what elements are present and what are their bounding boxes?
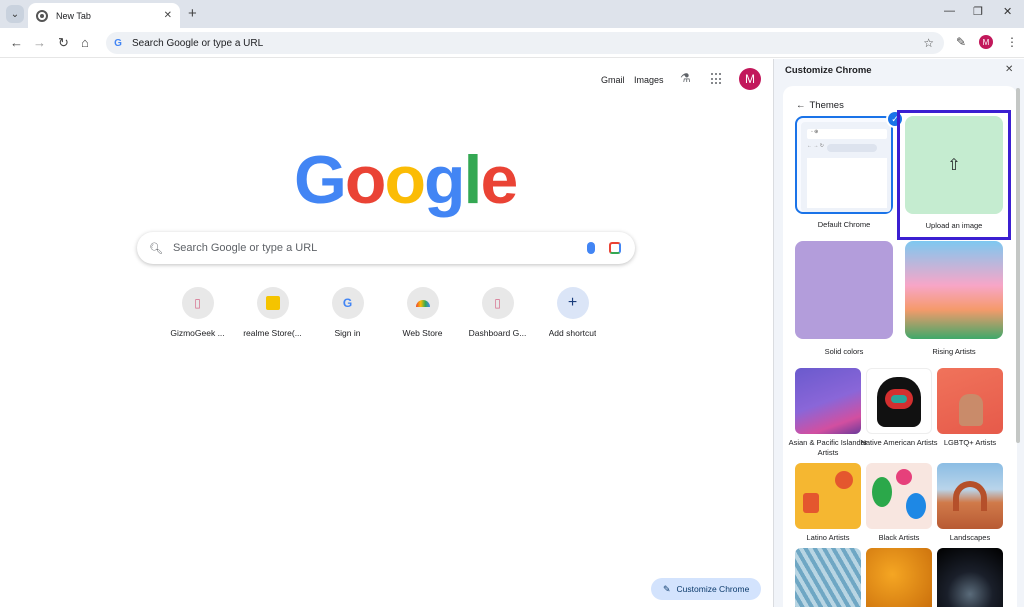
- google-icon: G: [331, 287, 364, 319]
- customize-chrome-button[interactable]: ✎ Customize Chrome: [651, 578, 761, 600]
- themes-back-button[interactable]: ← Themes: [796, 100, 844, 111]
- tab-new-tab[interactable]: New Tab ✕: [28, 3, 180, 28]
- theme-label: Native American Artists: [860, 438, 938, 447]
- theme-tile-space[interactable]: [937, 548, 1003, 607]
- shortcut-tile[interactable]: Web Store: [385, 287, 460, 338]
- search-icon: 🔍︎: [149, 242, 163, 255]
- ntp-search-box[interactable]: 🔍︎ Search Google or type a URL: [137, 232, 635, 264]
- theme-label: Solid colors: [824, 347, 864, 356]
- panel-title: Customize Chrome: [785, 65, 872, 76]
- account-avatar[interactable]: M: [739, 68, 761, 90]
- doc-icon: ▯: [481, 287, 514, 319]
- theme-black-artists[interactable]: [866, 463, 932, 529]
- upload-image-highlight-box: [897, 110, 1011, 240]
- shortcut-label: Add shortcut: [548, 328, 597, 338]
- theme-latino[interactable]: [795, 463, 861, 529]
- shortcut-label: realme Store(...: [243, 328, 302, 338]
- menu-dots-icon[interactable]: ⋮: [1006, 35, 1018, 49]
- forward-icon[interactable]: →: [33, 35, 46, 50]
- restore-icon[interactable]: ❐: [973, 5, 983, 18]
- toolbar: ← → ↻ ⌂ G Search Google or type a URL ☆ …: [0, 28, 1024, 58]
- search-placeholder: Search Google or type a URL: [172, 242, 318, 254]
- theme-rising-artists[interactable]: [905, 241, 1003, 339]
- theme-landscapes[interactable]: [937, 463, 1003, 529]
- tab-search-button[interactable]: ⌄: [6, 5, 24, 23]
- webstore-icon: [406, 287, 439, 319]
- labs-flask-icon[interactable]: ⚗: [680, 71, 691, 85]
- themes-back-label: Themes: [809, 100, 844, 111]
- shortcut-tile[interactable]: G Sign in: [310, 287, 385, 338]
- back-arrow-icon: ←: [796, 100, 806, 111]
- shortcut-label: Sign in: [334, 328, 361, 338]
- edit-pencil-icon[interactable]: ✎: [956, 35, 966, 49]
- window-close-icon[interactable]: ✕: [1003, 5, 1012, 18]
- shortcut-tile[interactable]: ▯ GizmoGeek ...: [160, 287, 235, 338]
- voice-search-icon[interactable]: [587, 242, 595, 254]
- bookmark-star-icon[interactable]: ☆: [923, 36, 934, 50]
- new-tab-button[interactable]: +: [188, 5, 197, 22]
- profile-avatar[interactable]: M: [979, 35, 993, 49]
- realme-icon: [256, 287, 289, 319]
- theme-tile-architecture[interactable]: [795, 548, 861, 607]
- add-shortcut-button[interactable]: + Add shortcut: [535, 287, 610, 338]
- theme-label: Asian & Pacific Islander Artists: [788, 438, 868, 457]
- shortcut-label: GizmoGeek ...: [170, 328, 225, 338]
- gmail-link[interactable]: Gmail: [601, 75, 625, 85]
- reload-icon[interactable]: ↻: [58, 35, 69, 51]
- new-tab-page: Gmail Images ⚗ M Google 🔍︎ Search Google…: [0, 59, 772, 607]
- theme-default-chrome[interactable]: ◦ ⊕ ← → ↻: [795, 116, 893, 214]
- theme-asian-pacific[interactable]: [795, 368, 861, 434]
- home-icon[interactable]: ⌂: [81, 35, 89, 50]
- shortcuts-grid: ▯ GizmoGeek ... realme Store(... G Sign …: [160, 287, 620, 338]
- tab-close-icon[interactable]: ✕: [164, 10, 172, 21]
- panel-close-icon[interactable]: ✕: [1005, 64, 1013, 75]
- theme-label: LGBTQ+ Artists: [943, 438, 997, 447]
- customize-chrome-label: Customize Chrome: [676, 584, 750, 594]
- theme-lgbtq[interactable]: [937, 368, 1003, 434]
- panel-scrollbar[interactable]: [1016, 88, 1020, 443]
- theme-label: Default Chrome: [817, 220, 871, 229]
- shortcut-label: Dashboard G...: [468, 328, 527, 338]
- apps-grid-icon[interactable]: [711, 73, 723, 85]
- plus-icon: +: [556, 287, 589, 319]
- omnibox-text: Search Google or type a URL: [132, 37, 264, 49]
- minimize-icon[interactable]: —: [944, 5, 955, 17]
- back-icon[interactable]: ←: [10, 35, 23, 50]
- tab-strip: ⌄ New Tab ✕ + — ❐ ✕: [0, 0, 1024, 28]
- tab-title: New Tab: [56, 10, 91, 21]
- doc-icon: ▯: [181, 287, 214, 319]
- shortcut-label: Web Store: [402, 328, 443, 338]
- default-chrome-preview: ◦ ⊕ ← → ↻: [801, 122, 891, 212]
- theme-label: Rising Artists: [932, 347, 976, 356]
- theme-native-american[interactable]: [866, 368, 932, 434]
- images-link[interactable]: Images: [634, 75, 664, 85]
- shortcut-tile[interactable]: ▯ Dashboard G...: [460, 287, 535, 338]
- shortcut-tile[interactable]: realme Store(...: [235, 287, 310, 338]
- omnibox[interactable]: G Search Google or type a URL ☆: [106, 32, 944, 54]
- chrome-icon: [36, 9, 48, 22]
- google-g-icon: G: [114, 37, 122, 49]
- theme-solid-colors[interactable]: [795, 241, 893, 339]
- theme-label: Latino Artists: [806, 533, 850, 542]
- google-logo: Google: [294, 142, 518, 218]
- google-lens-icon[interactable]: [609, 242, 621, 254]
- theme-tile-orange[interactable]: [866, 548, 932, 607]
- theme-label: Landscapes: [949, 533, 991, 542]
- theme-label: Black Artists: [878, 533, 920, 542]
- pencil-icon: ✎: [663, 583, 671, 594]
